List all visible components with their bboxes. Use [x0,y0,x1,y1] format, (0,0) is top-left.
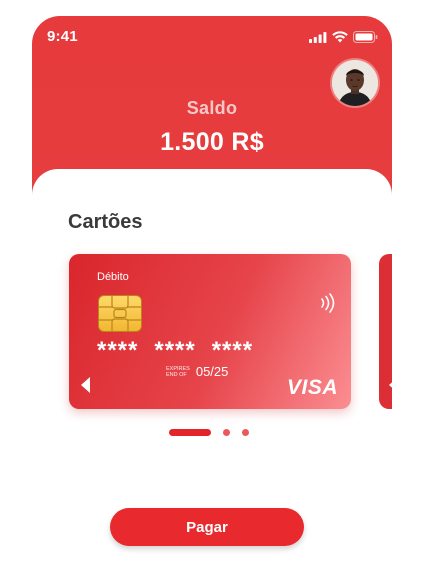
card-expiry: EXPIRES END OF 05/25 [166,364,228,379]
battery-icon [353,31,378,43]
pager-dot[interactable] [242,429,249,436]
content-sheet: Cartões Débito **** **** **** EXPIRES EN… [32,169,392,576]
left-arrow-icon[interactable] [81,377,90,393]
cards-section-title: Cartões [68,211,143,233]
pager-dot-active[interactable] [169,429,211,436]
card-number-group: **** [97,337,139,364]
pager-dot[interactable] [223,429,230,436]
pay-button[interactable]: Pagar [110,508,304,546]
card-type-label: Débito [97,271,129,283]
next-card[interactable] [379,254,392,409]
card-number: **** **** **** [97,337,253,365]
card-brand: VISA [286,376,338,399]
contactless-icon [321,293,335,313]
card-number-group: **** [211,337,254,364]
card-number-group: **** [154,337,196,364]
wifi-icon [332,31,348,43]
left-arrow-icon [389,377,392,393]
status-time: 9:41 [47,28,78,45]
status-icons [309,31,378,43]
chip-icon [98,295,142,332]
status-bar: 9:41 [32,16,392,60]
debit-card[interactable]: Débito **** **** **** EXPIRES END OF 05/… [69,254,351,409]
phone-screen: 9:41 Saldo 1.500 R$ Cartões Débito **** … [32,16,392,576]
balance-label: Saldo [186,98,238,118]
balance-value: 1.500 R$ [160,128,264,156]
expiry-date: 05/25 [195,364,229,379]
signal-icon [309,31,327,43]
card-pager [169,429,249,436]
expiry-label: EXPIRES END OF [166,365,190,378]
